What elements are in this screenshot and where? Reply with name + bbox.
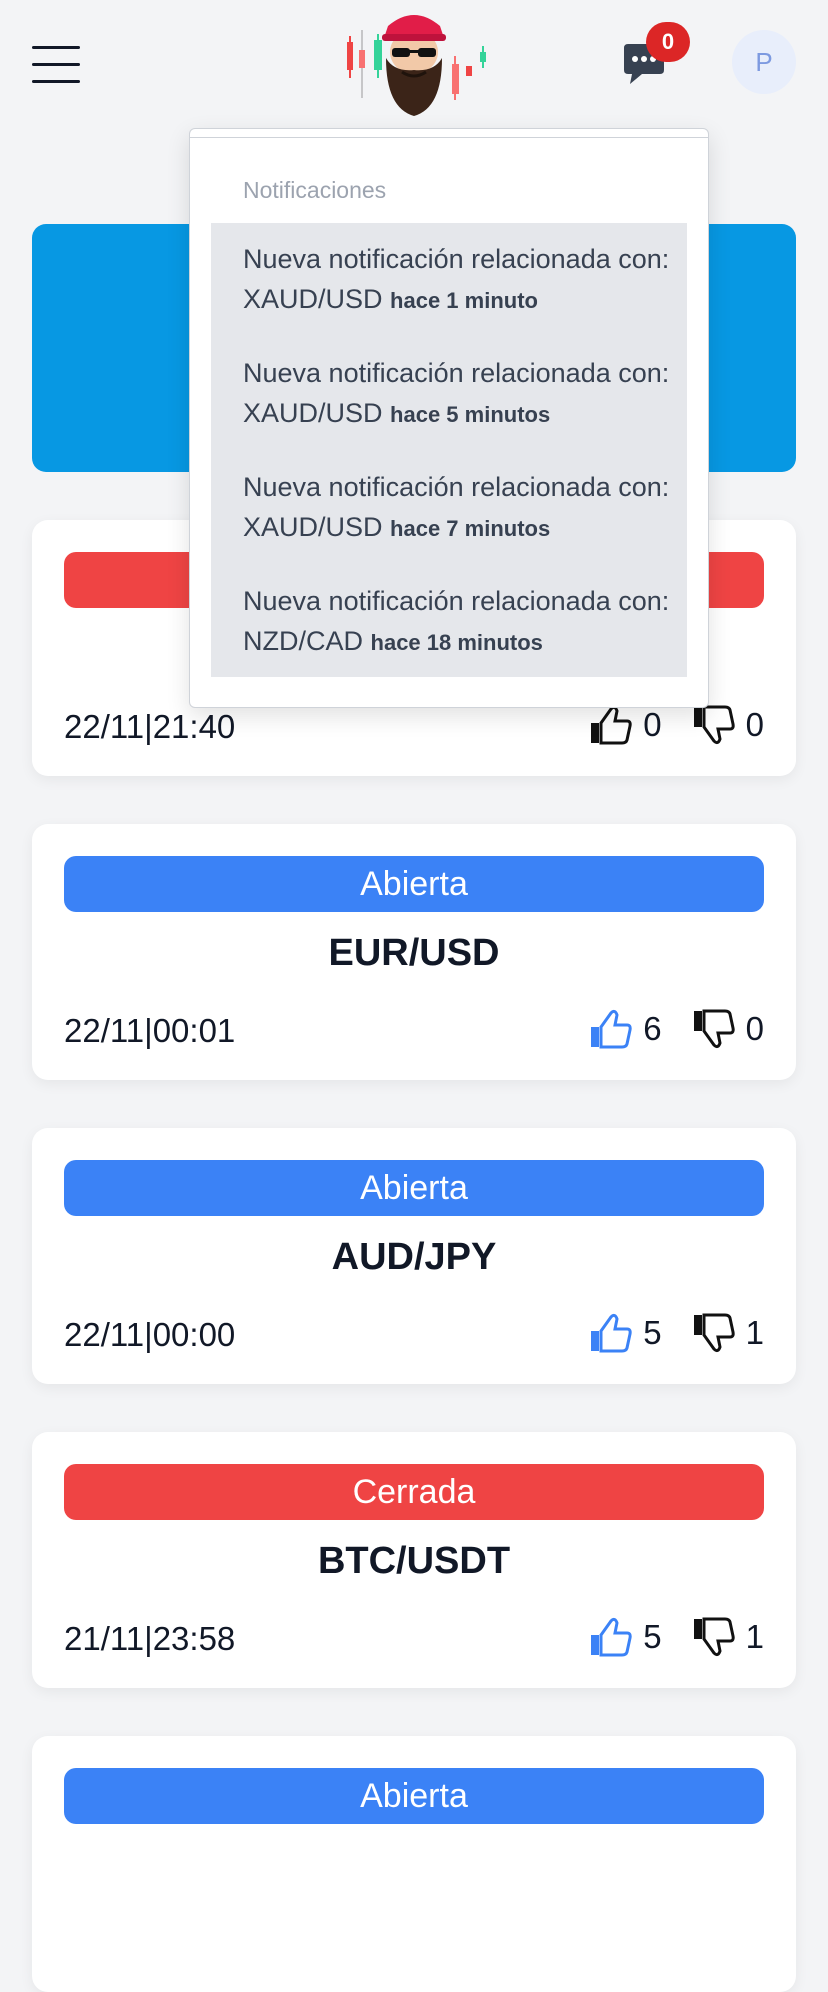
notification-time: hace 5 minutos xyxy=(390,402,551,427)
notification-count-badge: 0 xyxy=(646,22,690,62)
status-badge: Cerrada xyxy=(64,1464,764,1520)
top-header: 0 P xyxy=(0,0,828,130)
dislike-button[interactable]: 1 xyxy=(692,1615,764,1659)
pair-label: BTC/USDT xyxy=(317,1540,511,1582)
thumbs-down-icon xyxy=(693,1313,735,1353)
signal-date: 22/11|00:01 xyxy=(64,1012,236,1049)
pair-label: EUR/USD xyxy=(328,932,500,974)
bearded-trader-logo[interactable] xyxy=(342,8,492,118)
status-badge: Abierta xyxy=(64,856,764,912)
dislike-count: 1 xyxy=(745,1618,764,1655)
dislike-button[interactable]: 1 xyxy=(692,1311,764,1355)
notification-item[interactable]: Nueva notificación relacionada con: NZD/… xyxy=(243,581,673,663)
signal-card[interactable]: Cerrada BTC/USDT 21/11|23:58 5 1 xyxy=(32,1432,796,1688)
signal-card[interactable]: Abierta AUD/JPY 22/11|00:00 5 1 xyxy=(32,1128,796,1384)
notifications-dropdown: Notificaciones Nueva notificación relaci… xyxy=(189,128,709,708)
pair-label: AUD/JPY xyxy=(331,1236,497,1278)
like-count: 5 xyxy=(643,1618,662,1655)
dislike-count: 1 xyxy=(745,1314,764,1351)
notification-item[interactable]: Nueva notificación relacionada con: XAUD… xyxy=(243,239,673,321)
like-count: 6 xyxy=(643,1010,662,1047)
signal-card[interactable]: Abierta EUR/USD 22/11|00:01 6 0 xyxy=(32,824,796,1080)
notification-time: hace 7 minutos xyxy=(390,516,551,541)
dislike-count: 0 xyxy=(745,706,764,743)
notification-item[interactable]: Nueva notificación relacionada con: XAUD… xyxy=(243,467,673,549)
dislike-count: 0 xyxy=(745,1010,764,1047)
like-count: 5 xyxy=(643,1314,662,1351)
vote-group: 5 1 xyxy=(559,1612,764,1662)
notification-item[interactable]: Nueva notificación relacionada con: XAUD… xyxy=(243,353,673,435)
notifications-list: Nueva notificación relacionada con: XAUD… xyxy=(211,223,687,677)
signal-date: 22/11|21:40 xyxy=(64,708,236,745)
signal-date: 21/11|23:58 xyxy=(64,1620,236,1657)
status-badge: Abierta xyxy=(64,1768,764,1824)
notification-time: hace 1 minuto xyxy=(390,288,538,313)
notifications-title: Notificaciones xyxy=(243,177,387,203)
user-avatar[interactable]: P xyxy=(732,30,796,94)
like-button[interactable]: 5 xyxy=(589,1311,662,1355)
like-count: 0 xyxy=(643,706,662,743)
notification-time: hace 18 minutos xyxy=(370,630,543,655)
thumbs-down-icon xyxy=(693,1009,735,1049)
like-button[interactable]: 6 xyxy=(589,1007,662,1051)
like-button[interactable]: 0 xyxy=(589,703,662,747)
thumbs-up-icon xyxy=(591,705,632,745)
thumbs-up-icon xyxy=(591,1617,632,1657)
signal-date: 22/11|00:00 xyxy=(64,1316,236,1353)
hamburger-icon[interactable] xyxy=(32,44,80,84)
thumbs-up-icon xyxy=(591,1009,632,1049)
signal-card[interactable]: Abierta xyxy=(32,1736,796,1992)
like-button[interactable]: 5 xyxy=(589,1615,662,1659)
vote-group: 5 1 xyxy=(559,1308,764,1358)
vote-group: 6 0 xyxy=(559,1004,764,1054)
thumbs-down-icon xyxy=(693,1617,735,1657)
status-badge: Abierta xyxy=(64,1160,764,1216)
thumbs-down-icon xyxy=(693,705,735,745)
dislike-button[interactable]: 0 xyxy=(692,1007,764,1051)
dropdown-divider xyxy=(190,137,708,138)
dislike-button[interactable]: 0 xyxy=(692,703,764,747)
thumbs-up-icon xyxy=(591,1313,632,1353)
